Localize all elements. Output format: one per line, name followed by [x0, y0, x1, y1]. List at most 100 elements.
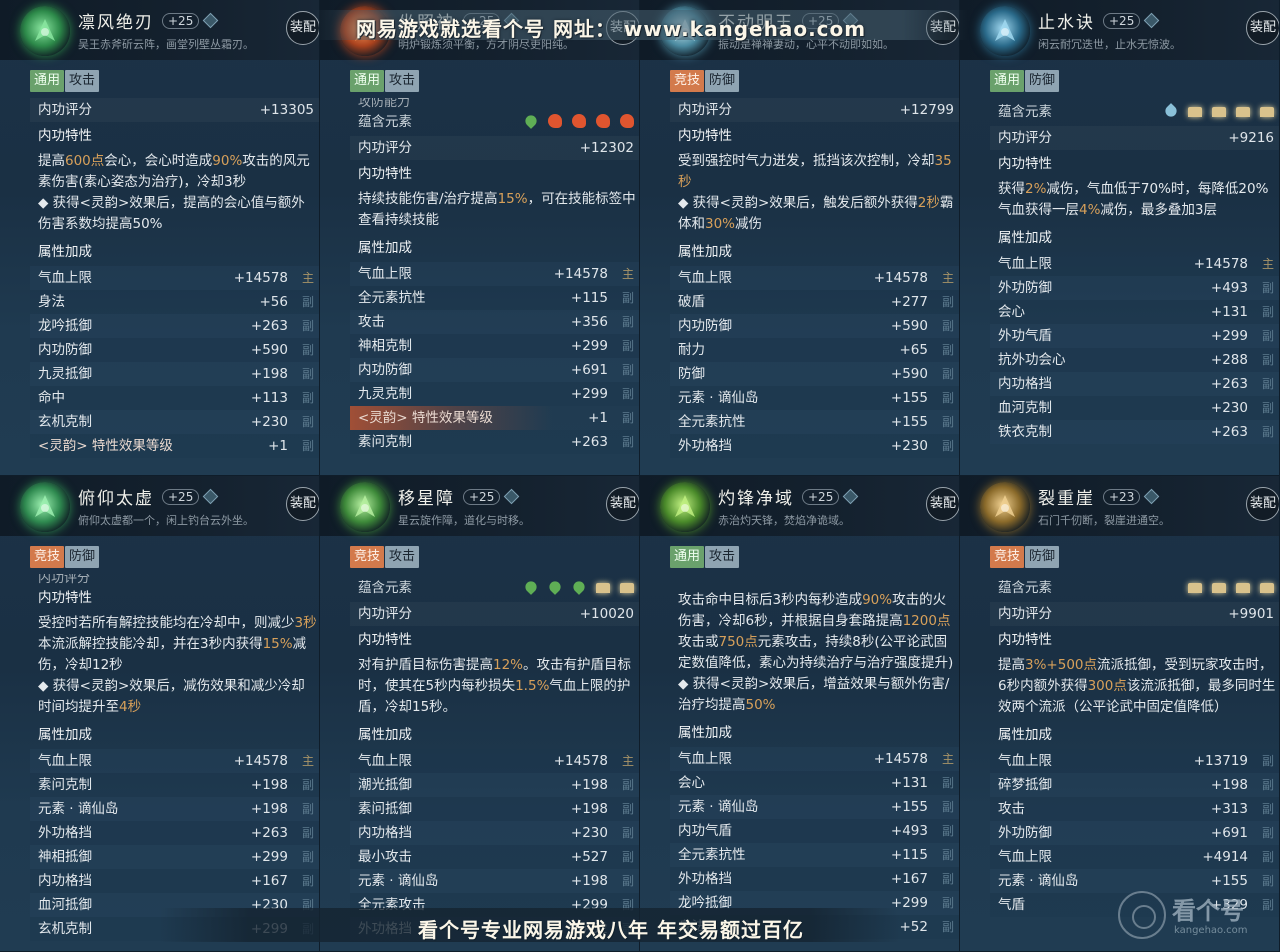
attr-row: 外功格挡 +167 副 — [670, 867, 959, 891]
attr-value: +288 — [1210, 352, 1248, 368]
level-badge: +25 — [1103, 13, 1141, 29]
xinfa-name: 灼锋净域 +25 — [718, 484, 859, 509]
attr-name: 外功格挡 — [358, 921, 412, 937]
attr-name: 防御 — [678, 366, 705, 382]
equip-button[interactable]: 装配 — [606, 11, 639, 45]
equip-button[interactable]: 装配 — [1246, 487, 1279, 521]
score-value: +9216 — [1228, 130, 1274, 146]
gem-icon — [203, 12, 219, 29]
sub-attr-mark: 副 — [621, 898, 634, 912]
attr-name: 九灵抵御 — [38, 366, 92, 382]
earth-element-icon — [1188, 107, 1202, 117]
attr-name: 元素 · 谪仙岛 — [358, 873, 439, 889]
sub-attr-mark: 副 — [1261, 281, 1274, 295]
attr-name: 抗外功会心 — [998, 352, 1066, 368]
attr-value: +14578 — [233, 753, 288, 769]
xinfa-detail-panel[interactable]: 蕴含元素 内功评分 +10020 内功特性 对有护盾目标伤害提高12%。攻击有护盾目标时… — [350, 574, 639, 951]
attr-value: +313 — [1210, 801, 1248, 817]
xinfa-emblem-icon — [980, 6, 1030, 56]
sub-attr-mark: 副 — [301, 415, 314, 429]
sub-attr-mark: 副 — [621, 315, 634, 329]
equip-button[interactable]: 装配 — [926, 487, 959, 521]
sub-attr-mark: 副 — [621, 850, 634, 864]
xinfa-card: 止水诀 +25 闲云耐冗迭世，止水无惊波。 装配 通用 防御 蕴含元素 内功评分 +9216 内功… — [960, 0, 1280, 476]
attr-name: 外功格挡 — [678, 438, 732, 454]
attr-value: +198 — [250, 366, 288, 382]
sub-attr-mark: 副 — [621, 826, 634, 840]
xinfa-detail-panel[interactable]: 攻防能力 蕴含元素 内功评分 +12302 内功特性 持续技能伤害/治疗提高15%，可在技… — [350, 98, 639, 475]
attr-name: 元素 · 谪仙岛 — [678, 390, 759, 406]
xinfa-card: 灼锋净域 +25 赤治灼天锋，焚焰净诡域。 装配 通用 攻击 攻击命中目标后3秒内每秒造成9… — [640, 476, 960, 952]
attr-name: 内功格挡 — [38, 873, 92, 889]
attr-row: 九灵抵御 +198 副 — [30, 362, 319, 386]
level-badge: +23 — [1103, 489, 1141, 505]
attr-value: +1 — [268, 438, 288, 454]
attr-row: 命中 +113 副 — [30, 386, 319, 410]
score-label: 内功评分 — [998, 606, 1052, 622]
attr-name: 命中 — [38, 390, 65, 406]
trait-description: 对有护盾目标伤害提高12%。攻击有护盾目标时，使其在5秒内每秒损失1.5%气血上… — [350, 654, 639, 721]
attr-value: +14578 — [873, 751, 928, 767]
xinfa-name-text: 裂重崖 — [1038, 489, 1095, 509]
attr-row: 气血上限 +14578 主 — [670, 266, 959, 290]
equip-button[interactable]: 装配 — [926, 11, 959, 45]
trait-text: 减伤，最多叠加3层 — [1100, 202, 1218, 218]
sub-attr-mark: 副 — [621, 363, 634, 377]
score-row: 内功评分 +9901 — [990, 602, 1279, 626]
equip-button[interactable]: 装配 — [286, 487, 319, 521]
score-value: +13305 — [259, 102, 314, 118]
sub-attr-mark: 副 — [941, 848, 954, 862]
attr-name: 身法 — [38, 294, 65, 310]
equip-button[interactable]: 装配 — [1246, 11, 1279, 45]
tag-group: 通用 攻击 — [670, 545, 740, 568]
attr-row: <灵韵> 特性效果等级 +1 副 — [350, 406, 639, 430]
attr-name: 素问抵御 — [358, 801, 412, 817]
sub-attr-mark: 副 — [941, 872, 954, 886]
score-value: +12302 — [579, 140, 634, 156]
attr-row: 血河克制 +230 副 — [990, 396, 1279, 420]
trait-text: 提高 — [38, 153, 65, 169]
xinfa-detail-panel[interactable]: 蕴含元素 内功评分 +9216 内功特性 获得2%减伤，气血低于70%时，每降低20%气… — [990, 98, 1279, 475]
xinfa-detail-panel[interactable]: 攻击命中目标后3秒内每秒造成90%攻击的火伤害，冷却6秒，并根据自身套路提高12… — [670, 574, 959, 951]
xinfa-emblem-icon — [660, 482, 710, 532]
attr-value: +155 — [890, 799, 928, 815]
attr-value: +299 — [890, 895, 928, 911]
attr-name: 全元素抗性 — [358, 290, 426, 306]
xinfa-detail-panel[interactable]: 内功评分 内功特性 受控时若所有解控技能均在冷却中，则减少3秒本流派解控技能冷却，并… — [30, 574, 319, 951]
score-row: 内功评分 +12302 — [350, 136, 639, 160]
xinfa-detail-panel[interactable]: 内功评分 +13305 内功特性 提高600点会心，会心时造成90%攻击的风元素伤害(… — [30, 98, 319, 475]
attr-row: 玄机克制 +299 副 — [30, 917, 319, 941]
highlight-value: 90% — [862, 592, 893, 608]
attr-row: 碎梦抵御 +198 副 — [990, 773, 1279, 797]
attr-row: 气血上限 +14578 主 — [350, 749, 639, 773]
equip-button[interactable]: 装配 — [606, 487, 639, 521]
xinfa-detail-panel[interactable]: 蕴含元素 内功评分 +9901 内功特性 提高3%+500点流派抵御，受到玩家攻击时，6… — [990, 574, 1279, 951]
trait-text: 提高 — [998, 657, 1025, 673]
sub-attr-mark: 副 — [941, 920, 954, 934]
xinfa-grid: 凛风绝刃 +25 吴王赤斧斫云阵，画堂列壁丛霜刃。 装配 通用 攻击 内功评分 +13305 内… — [0, 0, 1280, 952]
sub-attr-mark: 副 — [1261, 329, 1274, 343]
tag-gong: 攻击 — [385, 70, 420, 92]
sub-attr-mark: 副 — [1261, 401, 1274, 415]
main-attr-mark: 主 — [1261, 257, 1274, 271]
trait-text: ◆ 获得<灵韵>效果后，提高的会心值与额外伤害系数均提高50% — [38, 195, 305, 232]
level-badge: +25 — [802, 489, 840, 505]
level-badge: +25 — [162, 489, 200, 505]
element-label: 蕴含元素 — [998, 580, 1052, 596]
tag-group: 竞技 防御 — [990, 545, 1060, 568]
xinfa-detail-panel[interactable]: 内功评分 +12799 内功特性 受到强控时气力迸发，抵挡该次控制，冷却35秒 ◆ 获得… — [670, 98, 959, 475]
attr-name: 内功防御 — [38, 342, 92, 358]
equip-button[interactable]: 装配 — [286, 11, 319, 45]
tag-group: 竞技 防御 — [30, 545, 100, 568]
attr-header: 属性加成 — [998, 230, 1052, 246]
main-attr-mark: 主 — [941, 752, 954, 766]
level-badge: +25 — [463, 13, 501, 29]
attr-name: 元素 · 谪仙岛 — [678, 799, 759, 815]
attr-value: +230 — [250, 414, 288, 430]
main-attr-mark: 主 — [301, 271, 314, 285]
element-row: 蕴含元素 — [990, 98, 1279, 126]
sub-attr-mark: 副 — [301, 826, 314, 840]
attr-value: +198 — [250, 777, 288, 793]
xinfa-flavor-text: 石门千仞断，裂崖进通空。 — [1038, 514, 1170, 527]
attr-name: 气血上限 — [678, 270, 732, 286]
